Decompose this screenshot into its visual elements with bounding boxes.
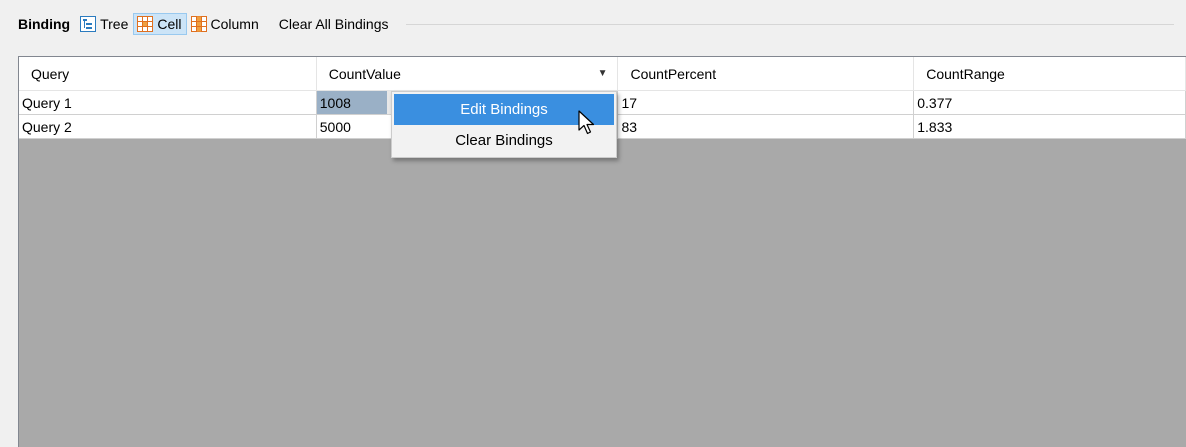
grid-cell[interactable]: 1.833: [914, 115, 1186, 139]
cell-button-label: Cell: [157, 16, 182, 32]
grid-cell[interactable]: 83: [618, 115, 915, 139]
column-button-label: Column: [210, 16, 259, 32]
tree-icon: [80, 16, 97, 32]
column-header-label: CountPercent: [630, 65, 717, 82]
tree-button[interactable]: Tree: [76, 13, 133, 35]
cell-button[interactable]: Cell: [133, 13, 187, 35]
grid-cell[interactable]: 0.377: [914, 91, 1186, 115]
column-grid-icon: [190, 16, 207, 32]
binding-toolbar: Binding Tree Cell Column Clear All Bindi…: [18, 12, 1178, 36]
binding-label: Binding: [18, 16, 71, 32]
grid-cell[interactable]: Query 1: [19, 91, 317, 115]
column-header-countvalue[interactable]: CountValue ▼: [317, 57, 619, 90]
grid-cell[interactable]: 17: [618, 91, 915, 115]
toolbar-divider: [405, 23, 1174, 25]
column-header-label: CountRange: [926, 65, 1005, 82]
cell-grid-icon: [137, 16, 154, 32]
selected-cell-value: 1008: [316, 91, 387, 114]
column-header-label: Query: [31, 65, 70, 82]
column-header-countpercent[interactable]: CountPercent: [618, 57, 915, 90]
dropdown-arrow-icon[interactable]: ▼: [598, 68, 608, 79]
column-button[interactable]: Column: [187, 13, 264, 35]
tree-button-label: Tree: [100, 16, 129, 32]
clear-all-bindings-button[interactable]: Clear All Bindings: [274, 13, 394, 35]
column-header-countrange[interactable]: CountRange: [914, 57, 1186, 90]
column-header-query[interactable]: Query: [19, 57, 317, 90]
grid-cell[interactable]: Query 2: [19, 115, 317, 139]
mouse-pointer-icon: [578, 110, 595, 135]
grid-header-row: Query CountValue ▼ CountPercent CountRan…: [19, 57, 1186, 91]
column-header-label: CountValue: [328, 65, 401, 82]
